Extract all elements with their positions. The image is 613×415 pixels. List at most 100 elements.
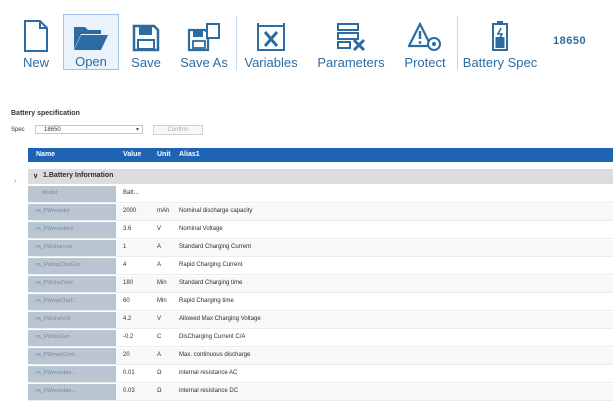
row-name-cell: m_FWresistan... (28, 366, 116, 382)
row-value[interactable]: 0.01 (123, 370, 135, 376)
row-value[interactable]: 20 (123, 352, 130, 358)
spec-select-value: 18650 (44, 127, 61, 133)
table-row[interactable]: m_FWchaTime 180 Min Standard Charging ti… (28, 276, 613, 293)
table-row[interactable]: m_FWresistorV 3.6 V Nominal Voltage (28, 222, 613, 239)
row-value[interactable]: 180 (123, 280, 133, 286)
row-name: m_FWchaTime (36, 280, 74, 286)
save-as-icon (187, 23, 220, 52)
spec-select[interactable]: 18650 ▾ (35, 125, 143, 134)
row-name-cell: Model (28, 186, 116, 202)
row-unit: A (157, 352, 162, 358)
row-value[interactable]: 3.6 (123, 226, 131, 232)
table-row[interactable]: m_FWcharcurr 1 A Standard Charging Curre… (28, 240, 613, 257)
confirm-button[interactable]: Confirm (153, 125, 203, 135)
row-value[interactable]: -0.2 (123, 334, 133, 340)
toolbar-separator (236, 16, 237, 70)
row-name: m_FWrapChaCurr (36, 262, 81, 268)
row-unit: V (157, 226, 162, 232)
variables-icon (257, 23, 285, 51)
row-name-cell: m_FWchaVolt (28, 312, 116, 328)
battery-spec-button[interactable]: Battery Spec (459, 14, 541, 70)
row-alias: Nominal Voltage (179, 226, 223, 232)
row-value[interactable]: 1 (123, 244, 126, 250)
new-button[interactable]: New (16, 14, 56, 70)
table-row[interactable]: m_FWchaVolt 4.2 V Allowed Max Charging V… (28, 312, 613, 329)
expand-toggle-icon[interactable]: › (14, 176, 17, 185)
save-as-button[interactable]: Save As (175, 14, 233, 70)
variables-button[interactable]: Variables (239, 14, 303, 70)
battery-spec-label: Battery Spec (462, 55, 538, 70)
table-row[interactable]: m_FWresistor 2000 mAh Nominal discharge … (28, 204, 613, 221)
row-unit: Min (157, 298, 167, 304)
row-name: m_FWresistan... (36, 388, 76, 394)
save-as-label: Save As (180, 55, 228, 70)
collapse-chevron-icon[interactable]: ∨ (33, 172, 38, 180)
table-row[interactable]: m_FWdisCurr -0.2 C DisCharging Current C… (28, 330, 613, 347)
row-value[interactable]: 0.03 (123, 388, 135, 394)
panel-title: Battery specification (11, 110, 80, 117)
toolbar: New Open Save Save As Variables Paramete… (0, 0, 613, 100)
row-unit: V (157, 316, 162, 322)
row-alias: internal resistance DC (179, 388, 239, 394)
row-name: m_FWresistor (36, 208, 71, 214)
row-value[interactable]: 60 (123, 298, 130, 304)
row-value[interactable]: 4 (123, 262, 126, 268)
row-name-cell: m_FWresistan... (28, 384, 116, 400)
table-row[interactable]: Model Batt... (28, 186, 613, 203)
save-disk-icon (132, 24, 160, 52)
row-unit: C (157, 334, 162, 340)
parameters-button[interactable]: Parameters (308, 14, 394, 70)
grid-header: Name Value Unit Alias1 (28, 148, 613, 162)
row-name-cell: m_FWchaTime (28, 276, 116, 292)
current-spec-badge: 18650 (553, 35, 587, 47)
row-unit: Ω (157, 370, 162, 376)
open-button[interactable]: Open (63, 14, 119, 70)
chevron-down-icon: ▾ (135, 127, 139, 133)
table-row[interactable]: m_FWrapChaT... 60 Min Rapid Charging tim… (28, 294, 613, 311)
table-row[interactable]: m_FWmaxCont... 20 A Max. continuous disc… (28, 348, 613, 365)
row-name-cell: m_FWcharcurr (28, 240, 116, 256)
open-label: Open (75, 54, 107, 69)
row-name: m_FWdisCurr (36, 334, 70, 340)
header-unit[interactable]: Unit (157, 151, 171, 158)
row-name-cell: m_FWresistor (28, 204, 116, 220)
row-alias: Max. continuous discharge (179, 352, 251, 358)
row-name-cell: m_FWdisCurr (28, 330, 116, 346)
row-alias: Rapid Charging time (179, 298, 234, 304)
new-label: New (22, 55, 49, 70)
header-name[interactable]: Name (36, 151, 55, 158)
row-alias: Standard Charging time (179, 280, 243, 286)
group-row[interactable]: ∨ 1.Battery Information (28, 169, 613, 184)
table-row[interactable]: m_FWresistan... 0.03 Ω internal resistan… (28, 384, 613, 401)
row-name-cell: m_FWrapChaT... (28, 294, 116, 310)
header-alias[interactable]: Alias1 (179, 151, 200, 158)
row-unit: A (157, 244, 162, 250)
row-value[interactable]: 2000 (123, 208, 136, 214)
row-alias: DisCharging Current C/A (179, 334, 246, 340)
row-name-cell: m_FWrapChaCurr (28, 258, 116, 274)
row-unit: Ω (157, 388, 162, 394)
row-name: m_FWresistorV (36, 226, 74, 232)
row-value[interactable]: Batt... (123, 190, 139, 196)
header-value[interactable]: Value (123, 151, 141, 158)
parameters-icon (337, 23, 366, 52)
row-name: m_FWrapChaT... (36, 298, 78, 304)
table-row[interactable]: m_FWrapChaCurr 4 A Rapid Charging Curren… (28, 258, 613, 275)
save-button[interactable]: Save (126, 14, 166, 70)
row-name-cell: m_FWmaxCont... (28, 348, 116, 364)
open-folder-icon (74, 27, 108, 50)
new-file-icon (24, 20, 48, 52)
table-row[interactable]: m_FWresistan... 0.01 Ω internal resistan… (28, 366, 613, 383)
protect-button[interactable]: Protect (395, 14, 455, 70)
row-alias: Rapid Charging Current (179, 262, 243, 268)
row-alias: Allowed Max Charging Voltage (179, 316, 261, 322)
parameters-label: Parameters (317, 55, 385, 70)
row-name: Model (42, 190, 57, 196)
row-unit: mAh (157, 208, 170, 214)
row-name: m_FWcharcurr (36, 244, 73, 250)
spec-grid: Name Value Unit Alias1 ∨ 1.Battery Infor… (28, 148, 613, 415)
save-label: Save (131, 55, 161, 70)
row-value[interactable]: 4.2 (123, 316, 131, 322)
row-name: m_FWmaxCont... (36, 352, 79, 358)
row-name-cell: m_FWresistorV (28, 222, 116, 238)
